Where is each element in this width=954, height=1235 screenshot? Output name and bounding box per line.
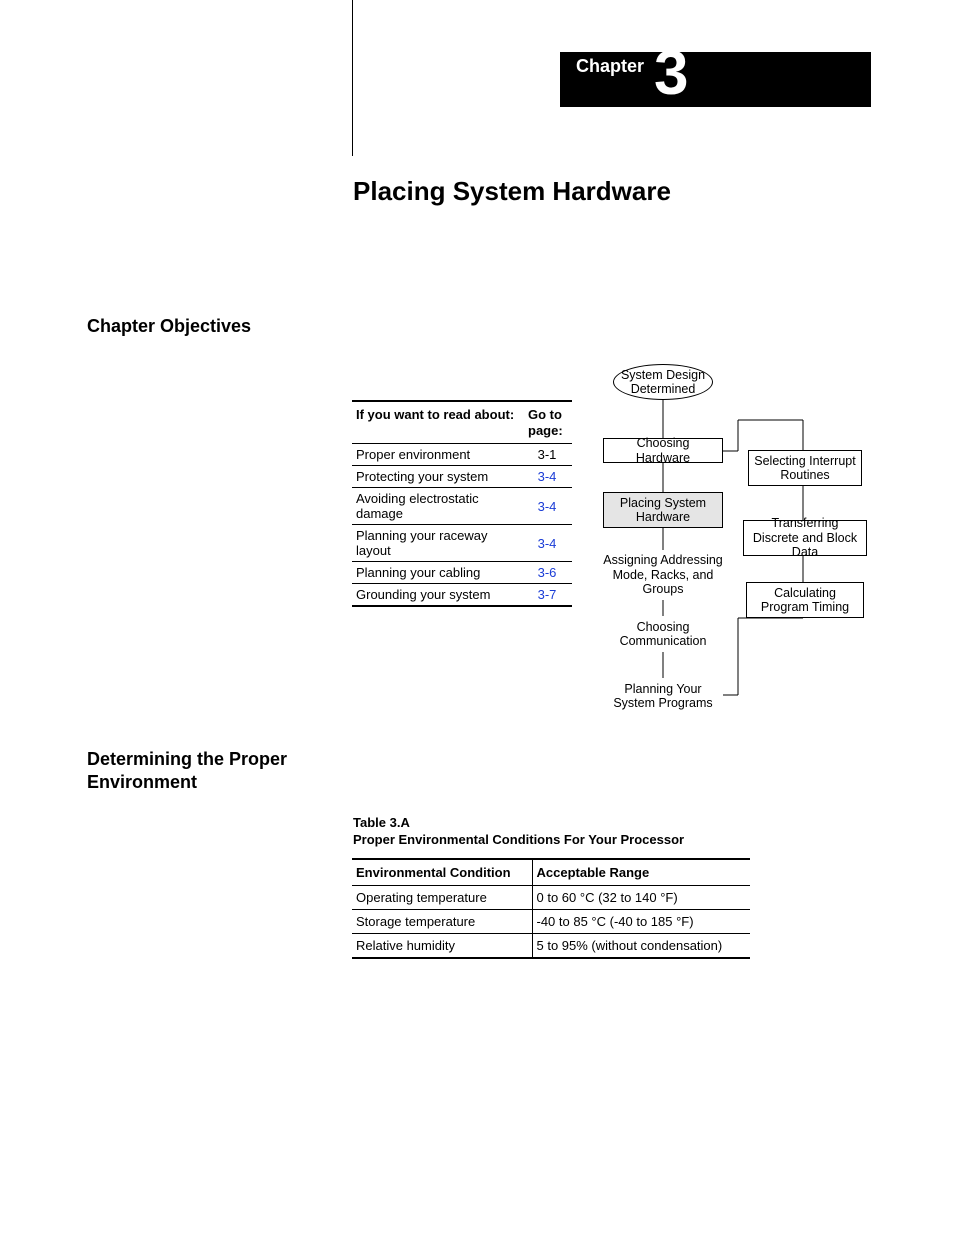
vertical-rule [352,0,353,156]
flow-box: Assigning Addressing Mode, Racks, and Gr… [596,550,730,600]
toc-header-topic: If you want to read about: [352,401,524,444]
env-range: 5 to 95% (without condensation) [532,934,750,959]
table-caption-id: Table 3.A [353,815,410,830]
env-condition: Storage temperature [352,910,532,934]
table-row: Grounding your system 3-7 [352,584,572,607]
env-header-condition: Environmental Condition [352,859,532,886]
table-header-row: Environmental Condition Acceptable Range [352,859,750,886]
table-row: Operating temperature 0 to 60 °C (32 to … [352,886,750,910]
table-row: Planning your raceway layout 3-4 [352,525,572,562]
toc-topic: Planning your cabling [352,562,524,584]
toc-topic: Proper environment [352,444,524,466]
table-row: Proper environment 3-1 [352,444,572,466]
toc-topic: Protecting your system [352,466,524,488]
env-range: -40 to 85 °C (-40 to 185 °F) [532,910,750,934]
toc-page-link[interactable]: 3-4 [524,466,572,488]
flow-box: Planning Your System Programs [603,678,723,714]
toc-page-link[interactable]: 3-4 [524,488,572,525]
toc-topic: Grounding your system [352,584,524,607]
toc-topic: Planning your raceway layout [352,525,524,562]
flow-box: Choosing Communication [613,616,713,652]
section-heading-environment: Determining the Proper Environment [87,748,307,793]
env-condition: Relative humidity [352,934,532,959]
table-row: Relative humidity 5 to 95% (without cond… [352,934,750,959]
flow-box: Selecting Interrupt Routines [748,450,862,486]
toc-table: If you want to read about: Go to page: P… [352,400,572,607]
chapter-title: Placing System Hardware [353,176,671,207]
env-range: 0 to 60 °C (32 to 140 °F) [532,886,750,910]
chapter-number: 3 [654,43,688,105]
toc-topic: Avoiding electrostatic damage [352,488,524,525]
flow-box: Choosing Hardware [603,438,723,463]
env-conditions-table: Environmental Condition Acceptable Range… [352,858,750,959]
flowchart: System Design Determined Choosing Hardwa… [583,360,873,720]
table-row: Storage temperature -40 to 85 °C (-40 to… [352,910,750,934]
toc-page-link[interactable]: 3-4 [524,525,572,562]
table-row: Planning your cabling 3-6 [352,562,572,584]
env-condition: Operating temperature [352,886,532,910]
table-caption-title: Proper Environmental Conditions For Your… [353,832,684,847]
flow-box: Transferring Discrete and Block Data [743,520,867,556]
flow-box: Calculating Program Timing [746,582,864,618]
table-row: Protecting your system 3-4 [352,466,572,488]
table-row: Avoiding electrostatic damage 3-4 [352,488,572,525]
flow-box-current: Placing System Hardware [603,492,723,528]
section-heading-objectives: Chapter Objectives [87,316,251,337]
toc-page: 3-1 [524,444,572,466]
flow-start: System Design Determined [613,364,713,400]
toc-page-link[interactable]: 3-7 [524,584,572,607]
table-header-row: If you want to read about: Go to page: [352,401,572,444]
table-caption: Table 3.A Proper Environmental Condition… [353,815,684,849]
toc-header-page: Go to page: [524,401,572,444]
toc-page-link[interactable]: 3-6 [524,562,572,584]
chapter-label: Chapter [576,56,644,77]
env-header-range: Acceptable Range [532,859,750,886]
